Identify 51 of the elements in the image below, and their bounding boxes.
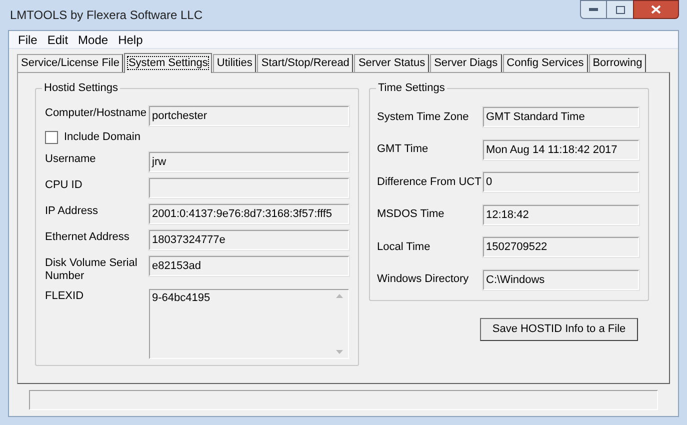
menu-item[interactable]: Help bbox=[113, 32, 148, 48]
menu-item[interactable]: File bbox=[13, 32, 42, 48]
tab[interactable]: Start/Stop/Reread bbox=[257, 54, 354, 72]
field-label: IP Address bbox=[45, 204, 99, 218]
menu-item[interactable]: Mode bbox=[73, 32, 114, 48]
field-label: Disk Volume Serial Number bbox=[45, 256, 138, 283]
maximize-icon bbox=[616, 6, 624, 14]
field-label: CPU ID bbox=[45, 178, 84, 192]
group-title: Hostid Settings bbox=[42, 81, 120, 95]
field-label: Ethernet Address bbox=[45, 230, 130, 244]
field-label: GMT Time bbox=[377, 142, 430, 158]
field-label: System Time Zone bbox=[377, 110, 470, 125]
menu-item[interactable]: Edit bbox=[42, 32, 74, 48]
window-title: LMTOOLS by Flexera Software LLC bbox=[9, 7, 203, 24]
tab[interactable]: Server Status bbox=[354, 54, 430, 72]
field-label: Computer/Hostname bbox=[45, 106, 148, 120]
minimize-button[interactable] bbox=[580, 0, 607, 19]
text-field[interactable]: C:\Windows bbox=[483, 270, 639, 290]
field-label: Difference From UCT bbox=[377, 174, 482, 190]
group-title: Time Settings bbox=[376, 81, 447, 95]
tab[interactable]: Borrowing bbox=[588, 54, 646, 72]
text-field[interactable]: 18037324777e bbox=[149, 230, 349, 250]
tab[interactable]: Utilities bbox=[212, 54, 256, 72]
text-area-value: 9-64bc4195 bbox=[151, 291, 212, 306]
checkbox[interactable] bbox=[45, 130, 58, 144]
tab[interactable]: System Settings bbox=[124, 53, 212, 73]
field-label: Local Time bbox=[377, 240, 432, 255]
checkbox-label: Include Domain bbox=[64, 130, 140, 145]
text-field[interactable]: Mon Aug 14 11:18:42 2017 bbox=[483, 140, 639, 160]
text-area[interactable]: 9-64bc4195 bbox=[149, 289, 349, 359]
close-icon bbox=[651, 5, 661, 14]
close-button[interactable] bbox=[633, 0, 679, 19]
text-field[interactable]: e82153ad bbox=[149, 256, 349, 276]
field-label: Windows Directory bbox=[377, 272, 470, 288]
text-field[interactable]: jrw bbox=[149, 152, 349, 172]
text-field[interactable]: GMT Standard Time bbox=[483, 107, 639, 127]
save-hostid-button[interactable]: Save HOSTID Info to a File bbox=[480, 318, 638, 341]
text-field[interactable]: 0 bbox=[483, 172, 639, 192]
maximize-button[interactable] bbox=[607, 0, 633, 19]
tab[interactable]: Service/License File bbox=[17, 54, 124, 72]
minimize-icon bbox=[589, 8, 598, 11]
field-label: MSDOS Time bbox=[377, 207, 446, 222]
field-label: FLEXID bbox=[45, 289, 85, 303]
field-label: Username bbox=[45, 152, 97, 166]
text-field[interactable]: 2001:0:4137:9e76:8d7:3168:3f57:fff5 bbox=[149, 204, 349, 224]
text-field[interactable]: 12:18:42 bbox=[483, 204, 639, 224]
tab[interactable]: Config Services bbox=[502, 54, 588, 72]
text-field[interactable] bbox=[149, 178, 349, 198]
text-field[interactable]: portchester bbox=[149, 106, 349, 126]
tab[interactable]: Server Diags bbox=[430, 54, 502, 72]
text-field[interactable]: 1502709522 bbox=[483, 237, 639, 257]
